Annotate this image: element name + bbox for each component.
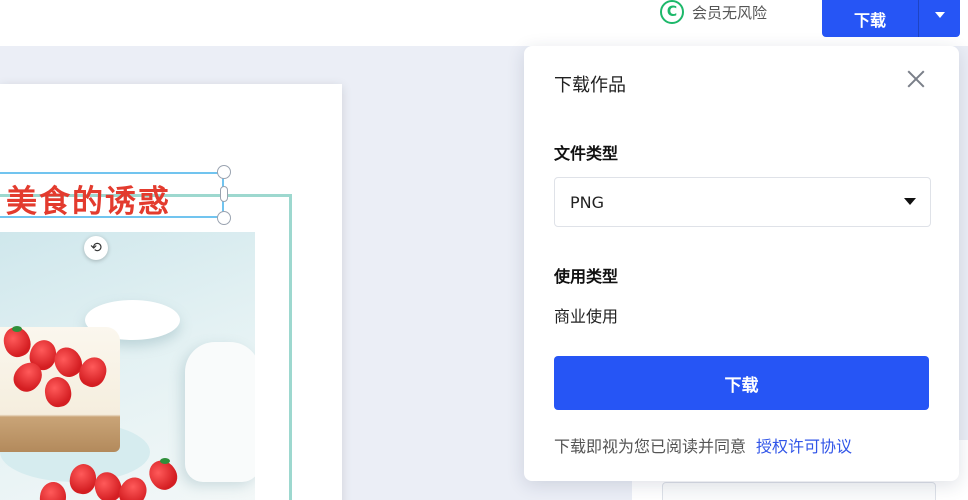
strawberry	[38, 480, 68, 500]
agreement-text: 下载即视为您已阅读并同意	[554, 437, 747, 456]
jug-shape	[185, 342, 255, 482]
download-button[interactable]: 下载	[554, 356, 929, 410]
resize-handle-right[interactable]	[220, 186, 228, 202]
right-panel-field[interactable]	[662, 482, 936, 500]
top-download-button[interactable]: 下载	[822, 0, 919, 37]
license-agreement-link[interactable]: 授权许可协议	[756, 437, 852, 456]
caret-down-icon	[904, 198, 916, 205]
caret-down-icon[interactable]	[919, 0, 960, 37]
vip-label: 会员无风险	[692, 3, 768, 22]
agreement-line: 下载即视为您已阅读并同意 授权许可协议	[554, 433, 852, 457]
download-panel: 下载作品 文件类型 PNG 使用类型 商业使用 下载 下载即视为您已阅读并同意授…	[524, 46, 959, 481]
close-icon[interactable]	[905, 68, 927, 90]
strawberry	[114, 472, 152, 500]
resize-handle-top-right[interactable]	[217, 165, 231, 179]
file-type-value: PNG	[570, 192, 605, 212]
copyright-c-icon: C	[660, 0, 684, 24]
top-bar: C 会员无风险 下载	[0, 0, 968, 46]
leaf	[160, 458, 170, 464]
usage-type-value: 商业使用	[554, 307, 619, 326]
resize-handle-bottom-right[interactable]	[217, 211, 231, 225]
file-type-label: 文件类型	[554, 144, 619, 163]
top-download-split-button: 下载	[822, 0, 960, 37]
panel-title: 下载作品	[554, 75, 626, 96]
vip-guarantee[interactable]: C 会员无风险	[660, 0, 767, 24]
file-type-select[interactable]: PNG	[554, 177, 931, 227]
leaf	[12, 326, 22, 332]
usage-type-label: 使用类型	[554, 267, 619, 286]
cake-photo[interactable]	[0, 232, 255, 500]
rotate-icon[interactable]: ⟲	[84, 236, 108, 260]
headline-text[interactable]: 美食的诱惑	[6, 176, 171, 221]
